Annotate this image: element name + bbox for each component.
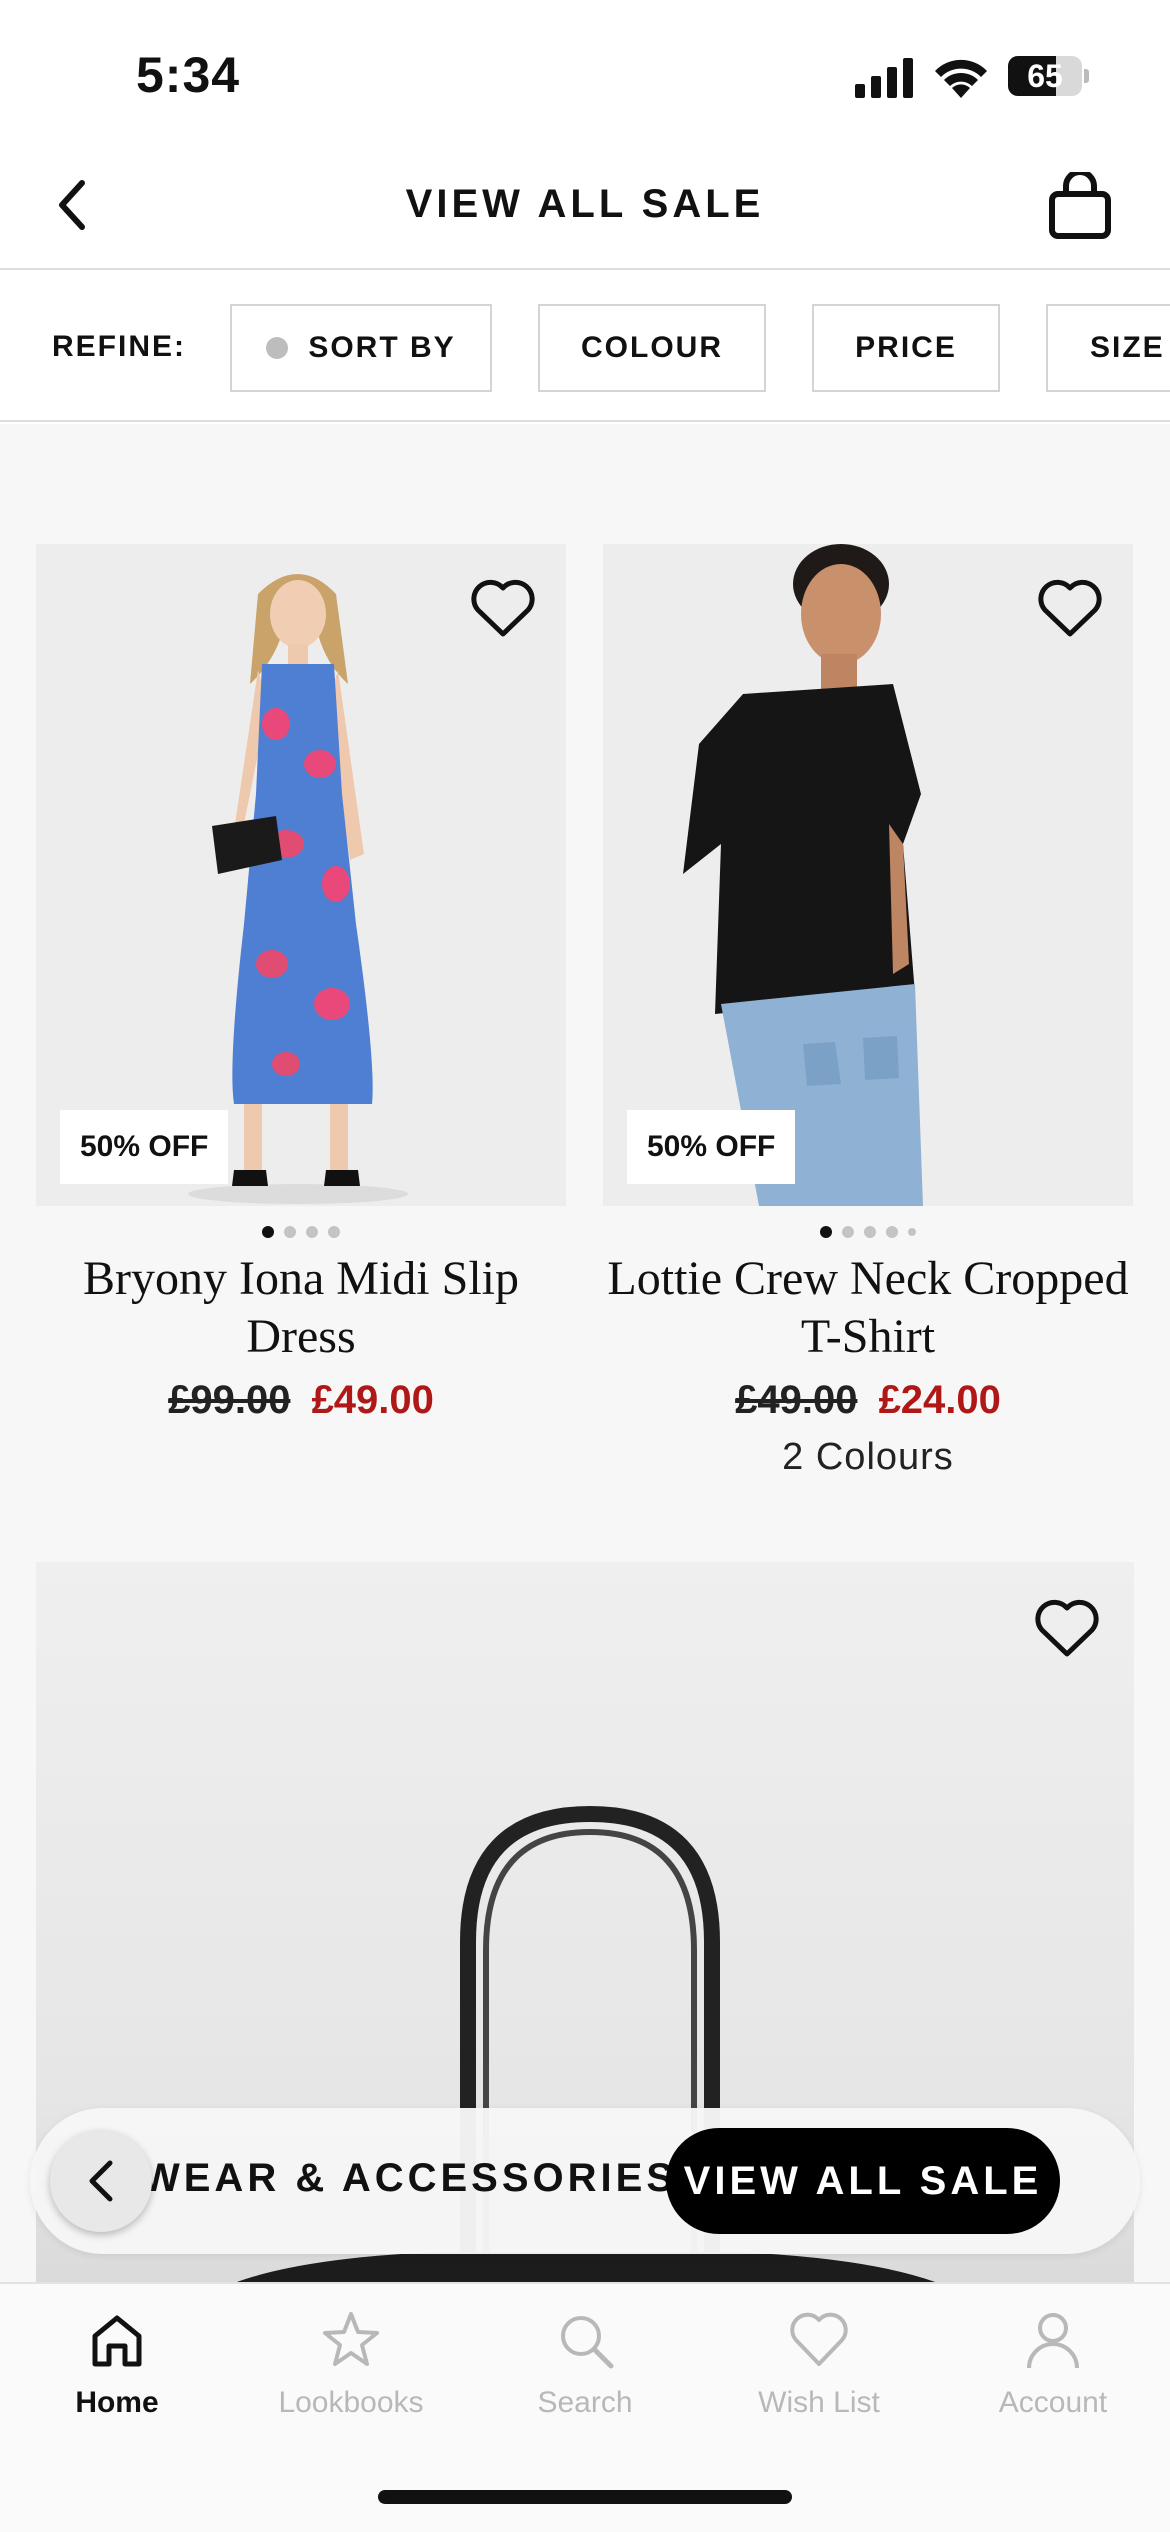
product-name[interactable]: Lottie Crew Neck Cropped T-Shirt: [603, 1250, 1133, 1366]
tab-account[interactable]: Account: [936, 2308, 1170, 2448]
colour-count: 2 Colours: [782, 1436, 954, 1478]
wifi-icon: [935, 59, 987, 98]
chip-label: COLOUR: [581, 331, 723, 364]
breadcrumb-parent-category[interactable]: WEAR & ACCESSORIES: [142, 2156, 677, 2201]
status-time: 5:34: [136, 47, 241, 103]
tab-search[interactable]: Search: [468, 2308, 702, 2448]
category-breadcrumb: WEAR & ACCESSORIES VIEW ALL SALE: [30, 2108, 1140, 2254]
image-pagination: [36, 1226, 566, 1238]
sort-indicator-dot: [266, 337, 289, 359]
chip-label: SORT BY: [308, 331, 456, 364]
heart-icon[interactable]: [1032, 1596, 1102, 1660]
chip-label: PRICE: [855, 331, 957, 364]
pagination-dot[interactable]: [864, 1226, 876, 1238]
image-pagination: [603, 1226, 1133, 1238]
heart-icon[interactable]: [1035, 576, 1105, 640]
original-price: £99.00: [168, 1378, 291, 1422]
tab-label: Search: [537, 2386, 633, 2419]
original-price: £49.00: [735, 1378, 858, 1422]
home-indicator[interactable]: [378, 2490, 792, 2504]
tshirt-model-image: [603, 544, 1133, 1206]
page-title: VIEW ALL SALE: [405, 182, 765, 226]
tab-home[interactable]: Home: [0, 2308, 234, 2448]
heart-icon[interactable]: [468, 576, 538, 640]
chip-label: SIZE: [1090, 331, 1165, 364]
product-image[interactable]: 50% OFF: [36, 544, 566, 1206]
tab-label: Home: [75, 2386, 159, 2419]
price-row: £49.00 £24.00: [603, 1378, 1133, 1423]
star-icon: [323, 2312, 379, 2366]
pagination-dot[interactable]: [306, 1226, 318, 1238]
breadcrumb-current-category[interactable]: VIEW ALL SALE: [666, 2128, 1060, 2234]
status-bar: 5:34 65: [0, 0, 1170, 150]
pagination-dot[interactable]: [284, 1226, 296, 1238]
product-card[interactable]: 50% OFF Lottie Crew Neck Cropped T-Shirt…: [603, 544, 1133, 1494]
sort-by-chip[interactable]: SORT BY: [230, 304, 492, 392]
battery-percent: 65: [1027, 58, 1063, 94]
tab-label: Wish List: [758, 2386, 880, 2419]
sale-price: £49.00: [311, 1378, 434, 1422]
tab-lookbooks[interactable]: Lookbooks: [234, 2308, 468, 2448]
breadcrumb-back-button[interactable]: [50, 2130, 152, 2232]
shopping-bag-icon[interactable]: [1040, 172, 1120, 242]
product-name[interactable]: Bryony Iona Midi Slip Dress: [36, 1250, 566, 1366]
refine-bar: REFINE: SORT BY COLOUR PRICE SIZE: [0, 272, 1170, 422]
person-icon: [1027, 2313, 1079, 2369]
product-grid: 50% OFF Bryony Iona Midi Slip Dress £99.…: [0, 424, 1170, 2282]
product-image[interactable]: 50% OFF: [603, 544, 1133, 1206]
chevron-left-icon: [89, 2160, 113, 2202]
battery-icon: 65: [1008, 56, 1089, 96]
pagination-dot[interactable]: [262, 1226, 274, 1238]
tab-label: Account: [998, 2386, 1108, 2419]
search-icon: [561, 2316, 614, 2369]
home-icon: [92, 2315, 142, 2367]
discount-badge: 50% OFF: [60, 1110, 229, 1184]
pagination-dot[interactable]: [820, 1226, 832, 1238]
navigation-header: VIEW ALL SALE: [0, 150, 1170, 270]
pagination-dot[interactable]: [908, 1228, 916, 1236]
colour-chip[interactable]: COLOUR: [538, 304, 766, 392]
price-chip[interactable]: PRICE: [812, 304, 1000, 392]
dress-model-image: [36, 544, 566, 1206]
pagination-dot[interactable]: [886, 1226, 898, 1238]
size-chip[interactable]: SIZE: [1046, 304, 1170, 392]
pagination-dot[interactable]: [328, 1226, 340, 1238]
heart-icon: [790, 2312, 848, 2366]
discount-badge: 50% OFF: [627, 1110, 796, 1184]
pagination-dot[interactable]: [842, 1226, 854, 1238]
price-row: £99.00 £49.00: [36, 1378, 566, 1423]
refine-label: REFINE:: [52, 330, 186, 363]
product-card[interactable]: 50% OFF Bryony Iona Midi Slip Dress £99.…: [36, 544, 566, 1494]
tab-wish-list[interactable]: Wish List: [702, 2308, 936, 2448]
sale-price: £24.00: [878, 1378, 1001, 1422]
cellular-signal-icon: [855, 58, 913, 98]
tab-label: Lookbooks: [278, 2386, 424, 2419]
